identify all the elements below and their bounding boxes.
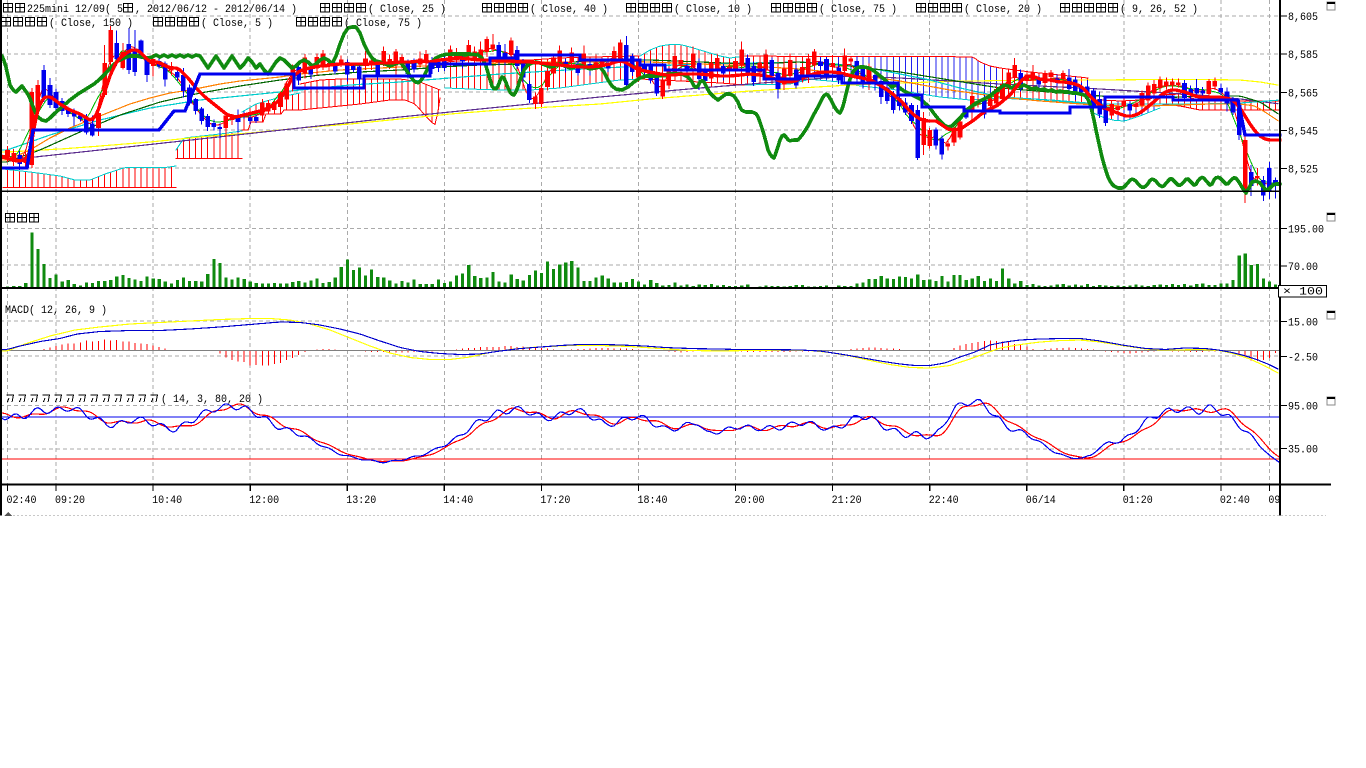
svg-text:( Close, 5 ): ( Close, 5 ) — [201, 18, 273, 30]
svg-text:20:00: 20:00 — [735, 495, 765, 507]
svg-text:( Close, 20 ): ( Close, 20 ) — [964, 4, 1042, 16]
svg-text:15.00: 15.00 — [1288, 318, 1318, 330]
svg-text:8,585: 8,585 — [1288, 50, 1318, 62]
svg-text:09:20: 09:20 — [55, 495, 85, 507]
svg-text:12:00: 12:00 — [249, 495, 279, 507]
svg-text:( 14, 3, 80, 20 ): ( 14, 3, 80, 20 ) — [161, 394, 263, 406]
svg-text:22:40: 22:40 — [929, 495, 959, 507]
svg-text:35.00: 35.00 — [1288, 445, 1318, 457]
svg-text:13:20: 13:20 — [346, 495, 376, 507]
svg-text:8,525: 8,525 — [1288, 165, 1318, 177]
svg-text:10:40: 10:40 — [152, 495, 182, 507]
svg-text:225mini 12/09( 5: 225mini 12/09( 5 — [27, 4, 123, 16]
svg-text:01:20: 01:20 — [1123, 495, 1153, 507]
svg-text:09: 09 — [1268, 495, 1280, 507]
svg-text:70.00: 70.00 — [1288, 262, 1318, 274]
svg-text:14:40: 14:40 — [443, 495, 473, 507]
svg-text:02:40: 02:40 — [1220, 495, 1250, 507]
svg-text:( Close, 75 ): ( Close, 75 ) — [344, 18, 422, 30]
svg-text:95.00: 95.00 — [1288, 402, 1318, 414]
svg-text:( Close, 10 ): ( Close, 10 ) — [674, 4, 752, 16]
svg-text:× 100: × 100 — [1283, 287, 1323, 299]
svg-text:( Close, 25 ): ( Close, 25 ) — [368, 4, 446, 16]
svg-text:MACD( 12, 26, 9 ): MACD( 12, 26, 9 ) — [5, 305, 107, 317]
svg-text:( Close, 75 ): ( Close, 75 ) — [819, 4, 897, 16]
svg-text:06/14: 06/14 — [1026, 495, 1056, 507]
svg-text:8,565: 8,565 — [1288, 89, 1318, 101]
svg-text:8,545: 8,545 — [1288, 127, 1318, 139]
svg-text:18:40: 18:40 — [638, 495, 668, 507]
svg-text:195.00: 195.00 — [1288, 225, 1324, 237]
svg-text:17:20: 17:20 — [540, 495, 570, 507]
svg-text:( Close, 150 ): ( Close, 150 ) — [49, 18, 133, 30]
svg-text:8,605: 8,605 — [1288, 12, 1318, 24]
svg-text:-2.50: -2.50 — [1288, 353, 1318, 365]
svg-text:02:40: 02:40 — [7, 495, 37, 507]
svg-text:, 2012/06/12 - 2012/06/14 ): , 2012/06/12 - 2012/06/14 ) — [135, 4, 297, 16]
svg-text:21:20: 21:20 — [832, 495, 862, 507]
svg-text:( Close, 40 ): ( Close, 40 ) — [530, 4, 608, 16]
svg-text:( 9, 26, 52 ): ( 9, 26, 52 ) — [1120, 4, 1198, 16]
